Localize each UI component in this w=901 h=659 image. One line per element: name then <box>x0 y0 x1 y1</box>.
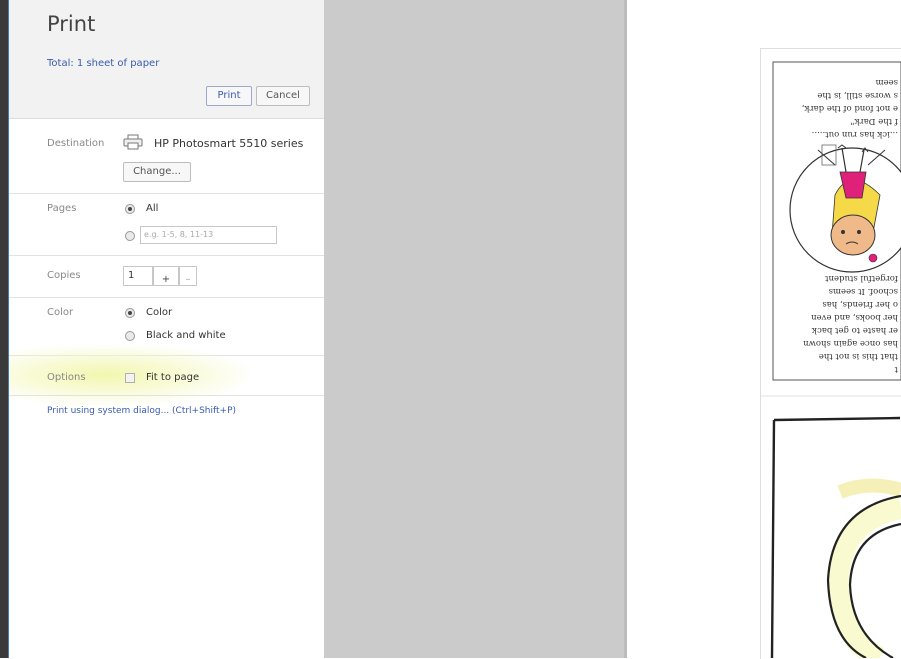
preview-page-content: ...ick has run out..... f the Dark" e no… <box>761 61 901 658</box>
preview-text-line-6: t <box>894 364 898 374</box>
preview-text-line-4: s worse still, is the <box>817 90 898 100</box>
preview-text-line-3: e not fond of the dark, <box>802 103 898 113</box>
preview-text-line-8: has once again shown <box>803 338 898 348</box>
preview-text-line-1: ...ick has run out..... <box>812 129 898 139</box>
preview-text-line-2: f the Dark" <box>850 116 898 126</box>
preview-text-line-12: schoof. It seems <box>829 286 898 296</box>
preview-text-line-13: forgetful student <box>825 273 898 283</box>
moon-fill <box>826 497 901 658</box>
preview-text-line-11: o her friends, has <box>822 299 898 309</box>
preview-text-line-5: seem <box>876 77 898 87</box>
preview-text-line-9: er haste to get back <box>811 325 898 335</box>
moon-glow <box>837 478 901 499</box>
preview-text-line-10: her books, and even <box>811 312 898 322</box>
preview-text-line-7: that this is not the <box>819 351 898 361</box>
